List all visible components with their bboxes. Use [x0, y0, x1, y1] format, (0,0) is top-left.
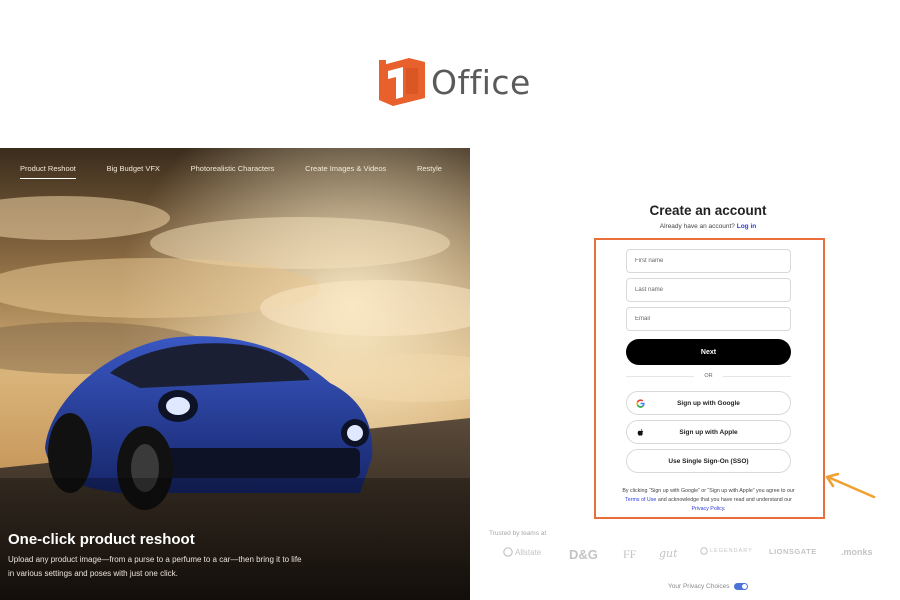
or-label: OR [704, 373, 713, 379]
legal-middle: and acknowledge that you have read and u… [657, 496, 792, 503]
page-root: Office Product Reshoot Big Budget VFX Ph… [0, 0, 900, 600]
brand-logo-gut: gut [659, 547, 678, 560]
legal-prefix: By clicking “Sign up with Google” or “Si… [622, 488, 795, 494]
google-signup-label: Sign up with Google [677, 399, 740, 407]
brand-logo-legendary: LEGENDARY [700, 547, 753, 555]
brand-logo-monks: .monks [841, 547, 873, 557]
brand-name: LEGENDARY [710, 548, 753, 554]
privacy-toggle-icon [733, 583, 748, 590]
nav-tab-product-reshoot[interactable]: Product Reshoot [20, 160, 76, 179]
legal-suffix: . [724, 505, 726, 512]
brand-logos: Allstate D&G FF gut LEGENDARY LIONSGATE … [497, 547, 892, 563]
allstate-icon [503, 547, 513, 557]
apple-signup-label: Sign up with Apple [679, 428, 738, 436]
privacy-policy-link[interactable]: Privacy Policy [691, 506, 724, 512]
office-logo-icon [379, 58, 425, 106]
or-divider: OR [626, 373, 791, 379]
divider-line [626, 375, 695, 377]
nav-tab-photorealistic-characters[interactable]: Photorealistic Characters [191, 160, 275, 177]
hero-headline: One-click product reshoot [8, 531, 195, 548]
first-name-field[interactable] [626, 249, 791, 273]
form-subtitle: Already have an account? Log in [608, 223, 808, 230]
brand-name: Allstate [515, 547, 542, 557]
trusted-label: Trusted by teams at [489, 530, 547, 537]
nav-tab-create-images-videos[interactable]: Create Images & Videos [305, 160, 386, 177]
annotation-arrow-icon [825, 472, 876, 499]
apple-signup-button[interactable]: Sign up with Apple [626, 420, 791, 444]
hero-subtext: Upload any product image—from a purse to… [8, 555, 302, 578]
sso-button[interactable]: Use Single Sign-On (SSO) [626, 449, 791, 473]
brand-logo-dg: D&G [569, 547, 598, 562]
office-logo: Office [379, 58, 531, 106]
brand-logo-allstate: Allstate [503, 547, 541, 557]
terms-of-use-link[interactable]: Terms of Use [625, 497, 656, 503]
sso-label: Use Single Sign-On (SSO) [668, 457, 749, 465]
legal-text: By clicking “Sign up with Google” or “Si… [621, 487, 796, 513]
privacy-choices-link[interactable]: Your Privacy Choices [668, 583, 748, 590]
divider-line [722, 375, 791, 377]
office-logo-text: Office [431, 62, 531, 102]
next-button[interactable]: Next [626, 339, 791, 365]
hero-nav: Product Reshoot Big Budget VFX Photoreal… [0, 148, 470, 188]
form-title: Create an account [649, 203, 767, 218]
google-signup-button[interactable]: Sign up with Google [626, 391, 791, 415]
brand-logo-lionsgate: LIONSGATE [769, 547, 817, 556]
google-icon [636, 399, 645, 408]
email-field[interactable] [626, 307, 791, 331]
form-subtitle-text: Already have an account? [659, 223, 735, 230]
hero-panel: Product Reshoot Big Budget VFX Photoreal… [0, 148, 470, 600]
legendary-icon [700, 547, 708, 555]
nav-tab-restyle[interactable]: Restyle [417, 160, 442, 177]
login-link[interactable]: Log in [737, 223, 757, 230]
brand-logo-ff: FF [623, 547, 637, 561]
last-name-field[interactable] [626, 278, 791, 302]
privacy-choices-label: Your Privacy Choices [668, 583, 730, 590]
apple-icon [637, 429, 644, 436]
nav-tab-big-budget-vfx[interactable]: Big Budget VFX [107, 160, 160, 177]
